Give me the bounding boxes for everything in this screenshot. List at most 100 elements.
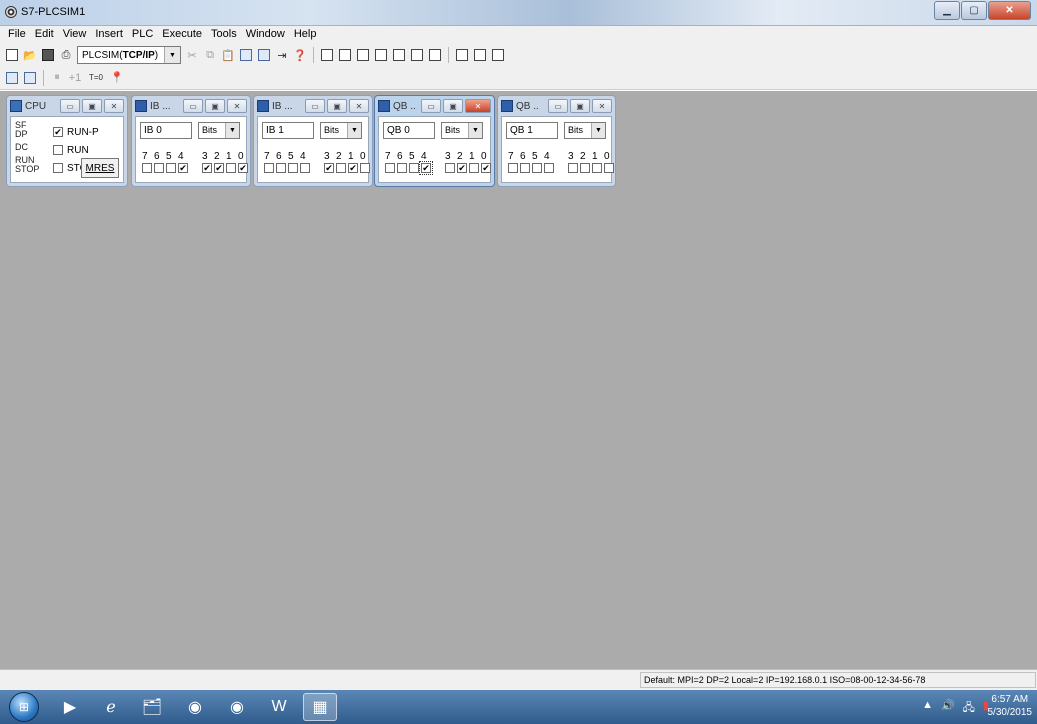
- bit-checkbox[interactable]: [397, 163, 407, 173]
- format-select[interactable]: Bits ▼: [564, 122, 606, 139]
- insert-generic-icon[interactable]: [409, 47, 425, 63]
- stop-checkbox[interactable]: [53, 163, 63, 173]
- bit-checkbox[interactable]: [520, 163, 530, 173]
- tile-icon[interactable]: [256, 47, 272, 63]
- insert-output-icon[interactable]: [337, 47, 353, 63]
- chevron-down-icon[interactable]: ▼: [347, 123, 361, 138]
- bit-checkbox[interactable]: [544, 163, 554, 173]
- bit-checkbox[interactable]: [508, 163, 518, 173]
- save-icon[interactable]: [40, 47, 56, 63]
- output-window-qb1[interactable]: QB ... ▭▣✕ QB 1 Bits ▼ 7654 3210: [497, 95, 616, 187]
- bit-checkbox[interactable]: [154, 163, 164, 173]
- format-select[interactable]: Bits ▼: [198, 122, 240, 139]
- bit-checkbox[interactable]: [409, 163, 419, 173]
- bit-checkbox[interactable]: [445, 163, 455, 173]
- scan-mode-continuous-icon[interactable]: [22, 70, 38, 86]
- address-field[interactable]: QB 0: [383, 122, 435, 139]
- start-button[interactable]: ⊞: [9, 692, 39, 722]
- child-minimize-button[interactable]: ▭: [60, 99, 80, 113]
- pin-icon[interactable]: 📍: [109, 70, 125, 86]
- volume-icon[interactable]: 🔊: [941, 699, 955, 718]
- bit-checkbox[interactable]: ✔: [348, 163, 358, 173]
- chevron-down-icon[interactable]: ▼: [591, 123, 605, 138]
- print-icon[interactable]: ⎙: [58, 47, 74, 63]
- cascade-icon[interactable]: [238, 47, 254, 63]
- mres-button[interactable]: MRES: [81, 158, 119, 178]
- menu-insert[interactable]: Insert: [91, 26, 128, 44]
- insert-counter-icon[interactable]: [391, 47, 407, 63]
- child-restore-button[interactable]: ▣: [570, 99, 590, 113]
- chrome-icon[interactable]: ◉: [180, 693, 210, 721]
- run-p-checkbox[interactable]: ✔: [53, 127, 63, 137]
- close-button[interactable]: ✕: [988, 1, 1031, 20]
- menu-tools[interactable]: Tools: [207, 26, 242, 44]
- bit-checkbox[interactable]: ✔: [214, 163, 224, 173]
- bit-checkbox[interactable]: ✔: [202, 163, 212, 173]
- run-checkbox[interactable]: [53, 145, 63, 155]
- child-restore-button[interactable]: ▣: [327, 99, 347, 113]
- insert-timer-icon[interactable]: [373, 47, 389, 63]
- menu-plc[interactable]: PLC: [128, 26, 158, 44]
- accumulators-icon[interactable]: [454, 47, 470, 63]
- child-restore-button[interactable]: ▣: [443, 99, 463, 113]
- show-hidden-icons-icon[interactable]: ▲: [922, 699, 933, 718]
- chevron-down-icon[interactable]: ▼: [164, 47, 180, 63]
- format-select[interactable]: Bits ▼: [441, 122, 483, 139]
- bit-checkbox[interactable]: [288, 163, 298, 173]
- bit-checkbox[interactable]: [604, 163, 614, 173]
- bit-checkbox[interactable]: [300, 163, 310, 173]
- bit-checkbox[interactable]: [276, 163, 286, 173]
- menu-edit[interactable]: Edit: [31, 26, 59, 44]
- child-restore-button[interactable]: ▣: [205, 99, 225, 113]
- bit-checkbox[interactable]: [264, 163, 274, 173]
- bit-checkbox[interactable]: [532, 163, 542, 173]
- address-field[interactable]: IB 0: [140, 122, 192, 139]
- input-window-ib1[interactable]: IB ... ▭ ▣ ✕ IB 1 Bits ▼ 7 6 5 4 3 2 1 0 ✔ ✔: [253, 95, 373, 187]
- bit-checkbox[interactable]: [568, 163, 578, 173]
- chrome-icon[interactable]: ◉: [222, 693, 252, 721]
- child-minimize-button[interactable]: ▭: [305, 99, 325, 113]
- bit-checkbox[interactable]: [580, 163, 590, 173]
- bit-checkbox[interactable]: ✔: [238, 163, 248, 173]
- input-window-ib0[interactable]: IB ... ▭ ▣ ✕ IB 0 Bits ▼ 7 6 5 4 3 2 1 0 ✔ ✔ ✔ ✔: [131, 95, 251, 187]
- arrange-icon[interactable]: ⇥: [274, 47, 290, 63]
- child-close-button[interactable]: ✕: [349, 99, 369, 113]
- child-close-button[interactable]: ✕: [592, 99, 612, 113]
- menu-file[interactable]: File: [4, 26, 31, 44]
- plcsim-app-icon[interactable]: [5, 6, 17, 18]
- bit-checkbox[interactable]: ✔: [419, 161, 433, 175]
- new-icon[interactable]: [4, 47, 20, 63]
- bit-checkbox[interactable]: [226, 163, 236, 173]
- interface-select[interactable]: PLCSIM(TCP/IP) ▼: [77, 46, 181, 64]
- next-scan-icon[interactable]: +1: [67, 70, 83, 86]
- minimize-button[interactable]: ▁: [934, 1, 960, 20]
- bit-checkbox[interactable]: [385, 163, 395, 173]
- bit-checkbox[interactable]: [592, 163, 602, 173]
- child-restore-button[interactable]: ▣: [82, 99, 102, 113]
- io-window-titlebar[interactable]: QB ... ▭▣✕: [498, 96, 615, 116]
- scan-mode-single-icon[interactable]: [4, 70, 20, 86]
- internet-explorer-icon[interactable]: ℯ: [96, 693, 126, 721]
- open-icon[interactable]: 📂: [22, 47, 38, 63]
- bit-checkbox[interactable]: ✔: [324, 163, 334, 173]
- format-select[interactable]: Bits ▼: [320, 122, 362, 139]
- copy-icon[interactable]: ⧉: [202, 47, 218, 63]
- insert-vertical-bit-icon[interactable]: [427, 47, 443, 63]
- network-icon[interactable]: 🖧: [963, 699, 975, 718]
- address-field[interactable]: QB 1: [506, 122, 558, 139]
- bit-checkbox[interactable]: [360, 163, 370, 173]
- bit-checkbox[interactable]: ✔: [178, 163, 188, 173]
- file-explorer-icon[interactable]: 🗂: [137, 693, 167, 721]
- child-minimize-button[interactable]: ▭: [548, 99, 568, 113]
- reset-timers-button[interactable]: T=0: [85, 70, 107, 86]
- pause-icon[interactable]: ⏸: [49, 70, 65, 86]
- child-minimize-button[interactable]: ▭: [183, 99, 203, 113]
- plcsim-taskbar-icon[interactable]: ▦: [303, 693, 337, 721]
- address-field[interactable]: IB 1: [262, 122, 314, 139]
- bit-checkbox[interactable]: ✔: [457, 163, 467, 173]
- child-close-button[interactable]: ✕: [465, 99, 491, 113]
- block-register-icon[interactable]: [472, 47, 488, 63]
- bit-checkbox[interactable]: [166, 163, 176, 173]
- cpu-window[interactable]: CPU ▭ ▣ ✕ SF DP DC RUN STOP ✔ RUN-P RUN …: [6, 95, 128, 187]
- menu-help[interactable]: Help: [290, 26, 322, 44]
